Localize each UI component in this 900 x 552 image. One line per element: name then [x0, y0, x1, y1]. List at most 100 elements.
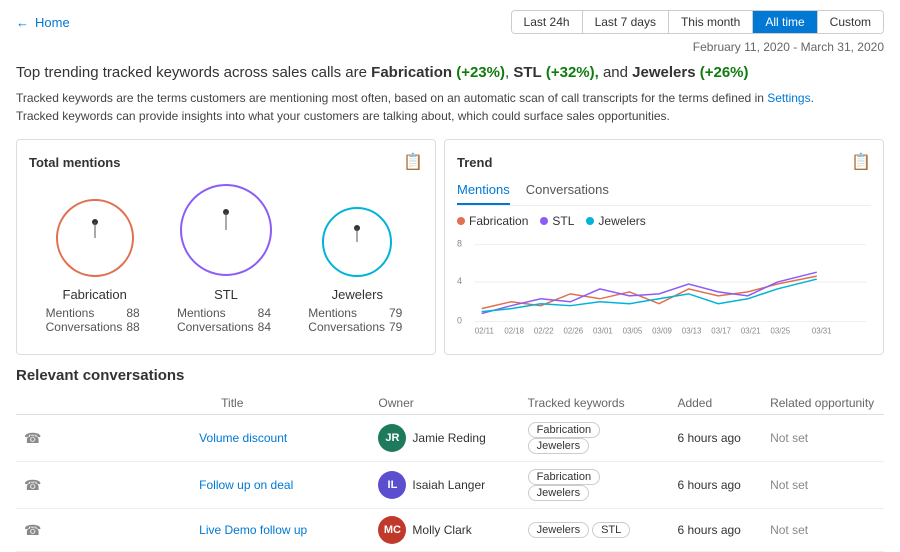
- stl-stats: Mentions84 Conversations84: [177, 306, 275, 334]
- circle-fabrication: Fabrication Mentions88 Conversations88: [46, 198, 144, 334]
- trend-copy-icon[interactable]: 📋: [851, 152, 871, 172]
- circle-jewelers: Jewelers Mentions79 Conversations79: [308, 206, 406, 334]
- jewelers-label: Jewelers: [332, 287, 383, 302]
- row-keywords: JewelersSTL: [520, 509, 670, 552]
- svg-text:03/31: 03/31: [812, 326, 832, 334]
- desc-line2: Tracked keywords can provide insights in…: [16, 109, 670, 123]
- svg-text:02/11: 02/11: [475, 326, 494, 334]
- col-title-header: Title: [191, 392, 370, 415]
- trend-panel-title: Trend: [457, 155, 492, 170]
- legend-label-fabrication: Fabrication: [469, 214, 528, 228]
- col-opportunity: Related opportunity: [762, 392, 884, 415]
- legend-dot-fabrication: [457, 217, 465, 225]
- row-added: 6 hours ago: [669, 509, 762, 552]
- filter-last7days[interactable]: Last 7 days: [583, 11, 669, 33]
- jewelers-circle-svg: [321, 206, 393, 278]
- kw1-pct: (+23%): [456, 64, 505, 81]
- conversations-table-wrap: Title Owner Tracked keywords Added Relat…: [16, 392, 884, 552]
- col-keywords: Tracked keywords: [520, 392, 670, 415]
- svg-text:02/18: 02/18: [504, 326, 524, 334]
- fabrication-label: Fabrication: [63, 287, 127, 302]
- phone-icon: ☎: [16, 462, 191, 509]
- date-range: February 11, 2020 - March 31, 2020: [0, 40, 900, 58]
- back-label: Home: [35, 15, 70, 30]
- svg-text:8: 8: [457, 239, 462, 249]
- kw1: Fabrication: [371, 64, 452, 81]
- table-row[interactable]: ☎Volume discountJRJamie RedingFabricatio…: [16, 415, 884, 462]
- row-opportunity: Not set: [762, 462, 884, 509]
- conversations-title: Relevant conversations: [16, 367, 884, 384]
- stl-circle-svg: [178, 182, 274, 278]
- panels-row: Total mentions 📋 Fabrication Mentions88: [0, 131, 900, 363]
- kw3: Jewelers: [632, 64, 695, 81]
- row-owner: JRJamie Reding: [370, 415, 519, 462]
- phone-icon: ☎: [16, 509, 191, 552]
- svg-text:03/13: 03/13: [682, 326, 702, 334]
- svg-text:03/21: 03/21: [741, 326, 761, 334]
- legend-dot-jewelers: [586, 217, 594, 225]
- legend-dot-stl: [540, 217, 548, 225]
- tab-mentions[interactable]: Mentions: [457, 182, 510, 205]
- description: Tracked keywords are the terms customers…: [16, 89, 884, 125]
- conversations-section: Relevant conversations Title Owner Track…: [0, 363, 900, 552]
- trend-legend: Fabrication STL Jewelers: [457, 214, 871, 228]
- jewelers-stats: Mentions79 Conversations79: [308, 306, 406, 334]
- kw2-pct: (+32%),: [546, 64, 599, 81]
- svg-text:0: 0: [457, 315, 462, 325]
- svg-text:03/17: 03/17: [711, 326, 731, 334]
- row-added: 6 hours ago: [669, 462, 762, 509]
- table-row[interactable]: ☎Live Demo follow upMCMolly ClarkJeweler…: [16, 509, 884, 552]
- back-link[interactable]: ← Home: [16, 15, 70, 30]
- row-owner: ILIsaiah Langer: [370, 462, 519, 509]
- mentions-copy-icon[interactable]: 📋: [403, 152, 423, 172]
- panel-header-mentions: Total mentions 📋: [29, 152, 423, 172]
- svg-text:4: 4: [457, 276, 462, 286]
- filter-thismonth[interactable]: This month: [669, 11, 753, 33]
- legend-stl: STL: [540, 214, 574, 228]
- desc-line1: Tracked keywords are the terms customers…: [16, 91, 767, 105]
- filter-custom[interactable]: Custom: [818, 11, 883, 33]
- filter-last24h[interactable]: Last 24h: [512, 11, 583, 33]
- svg-text:02/22: 02/22: [534, 326, 554, 334]
- panel-header-trend: Trend 📋: [457, 152, 871, 172]
- title-section: Top trending tracked keywords across sal…: [0, 58, 900, 131]
- row-owner: MCMolly Clark: [370, 509, 519, 552]
- svg-text:03/25: 03/25: [770, 326, 790, 334]
- tab-conversations[interactable]: Conversations: [526, 182, 609, 205]
- filter-alltime[interactable]: All time: [753, 11, 817, 33]
- row-opportunity: Not set: [762, 415, 884, 462]
- row-opportunity: Not set: [762, 509, 884, 552]
- main-title: Top trending tracked keywords across sal…: [16, 62, 884, 83]
- time-filter-group: Last 24h Last 7 days This month All time…: [511, 10, 884, 34]
- fabrication-circle-svg: [55, 198, 135, 278]
- svg-text:02/26: 02/26: [563, 326, 583, 334]
- back-arrow-icon: ←: [16, 15, 29, 30]
- row-added: 6 hours ago: [669, 415, 762, 462]
- col-added: Added: [669, 392, 762, 415]
- page-header: ← Home Last 24h Last 7 days This month A…: [0, 0, 900, 40]
- legend-label-jewelers: Jewelers: [598, 214, 645, 228]
- title-prefix: Top trending tracked keywords across sal…: [16, 64, 371, 81]
- trend-panel: Trend 📋 Mentions Conversations Fabricati…: [444, 139, 884, 355]
- kw3-pct: (+26%): [700, 64, 749, 81]
- settings-link[interactable]: Settings: [767, 91, 810, 105]
- circle-stl: STL Mentions84 Conversations84: [177, 182, 275, 334]
- row-title: Volume discount: [191, 415, 370, 462]
- total-mentions-panel: Total mentions 📋 Fabrication Mentions88: [16, 139, 436, 355]
- row-title: Follow up on deal: [191, 462, 370, 509]
- row-keywords: FabricationJewelers: [520, 415, 670, 462]
- phone-icon: ☎: [16, 415, 191, 462]
- svg-text:03/01: 03/01: [593, 326, 613, 334]
- legend-jewelers: Jewelers: [586, 214, 645, 228]
- svg-text:03/05: 03/05: [623, 326, 643, 334]
- row-keywords: FabricationJewelers: [520, 462, 670, 509]
- circles-row: Fabrication Mentions88 Conversations88: [29, 182, 423, 334]
- fabrication-stats: Mentions88 Conversations88: [46, 306, 144, 334]
- table-header-row: Title Owner Tracked keywords Added Relat…: [16, 392, 884, 415]
- col-owner: Owner: [370, 392, 519, 415]
- table-row[interactable]: ☎Follow up on dealILIsaiah LangerFabrica…: [16, 462, 884, 509]
- svg-text:03/09: 03/09: [652, 326, 672, 334]
- row-title: Live Demo follow up: [191, 509, 370, 552]
- stl-label: STL: [214, 287, 238, 302]
- conversations-table: Title Owner Tracked keywords Added Relat…: [16, 392, 884, 552]
